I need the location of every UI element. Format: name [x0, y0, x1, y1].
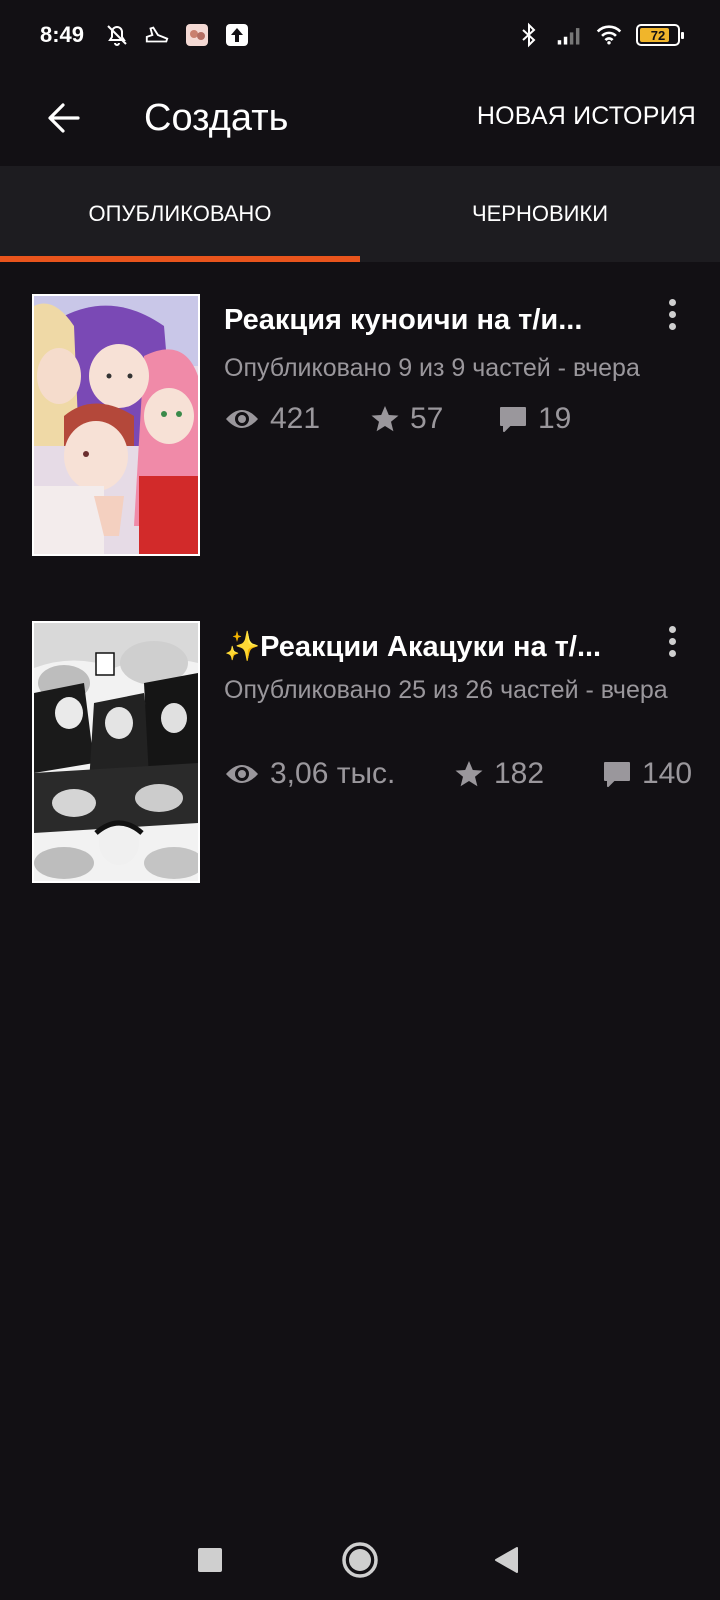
battery-level: 72 [650, 27, 666, 43]
tab-published[interactable]: ОПУБЛИКОВАНО [0, 166, 360, 262]
votes-stat: 57 [370, 402, 498, 436]
app-thumbnail-icon [184, 22, 210, 48]
signal-icon [556, 22, 582, 48]
comments-stat: 19 [498, 402, 571, 436]
votes-count: 182 [494, 757, 545, 790]
cover-illustration [34, 623, 198, 881]
status-time: 8:49 [40, 22, 85, 47]
cover-illustration [34, 296, 198, 554]
votes-stat: 182 [454, 757, 602, 791]
recents-square-icon [198, 1548, 222, 1572]
tab-bar: ОПУБЛИКОВАНО ЧЕРНОВИКИ [0, 166, 720, 262]
dot [668, 298, 676, 306]
new-story-button[interactable]: НОВАЯ ИСТОРИЯ [477, 94, 696, 138]
dot [668, 649, 676, 657]
back-triangle-icon [495, 1547, 518, 1573]
story-meta: Опубликовано 9 из 9 частей - вчера [224, 354, 640, 382]
story-meta: Опубликовано 25 из 26 частей - вчера [224, 676, 668, 704]
eye-icon [224, 762, 260, 786]
page-title: Создать [144, 97, 289, 139]
system-back-button[interactable] [476, 1530, 536, 1590]
views-stat: 3,06 тыс. [224, 757, 454, 791]
sneaker-icon [144, 22, 170, 48]
bluetooth-icon [516, 22, 542, 48]
upload-icon [224, 22, 250, 48]
comment-icon [602, 760, 632, 788]
mute-alarm-icon [104, 22, 130, 48]
app-bar: Создать НОВАЯ ИСТОРИЯ [0, 70, 720, 166]
views-count: 421 [270, 402, 321, 435]
comments-count: 140 [642, 757, 693, 790]
dot [668, 637, 676, 645]
back-button[interactable] [34, 88, 94, 148]
wifi-icon [596, 22, 622, 48]
comment-icon [498, 405, 528, 433]
tab-drafts[interactable]: ЧЕРНОВИКИ [360, 166, 720, 262]
status-left: 8:49 [40, 22, 250, 48]
views-stat: 421 [224, 402, 370, 436]
story-item[interactable]: Реакция куноичи на т/и... Опубликовано 9… [0, 294, 720, 556]
comments-count: 19 [538, 402, 572, 435]
battery-icon: 72 [636, 24, 684, 46]
dot [668, 310, 676, 318]
votes-count: 57 [410, 402, 444, 435]
more-options-button[interactable] [654, 621, 690, 661]
more-options-button[interactable] [654, 294, 690, 334]
home-button[interactable] [330, 1530, 390, 1590]
system-nav-bar [0, 1520, 720, 1600]
story-cover-image[interactable] [32, 294, 200, 556]
story-cover-image[interactable] [32, 621, 200, 883]
status-right: 72 [516, 22, 684, 48]
story-stats: 3,06 тыс. 182 140 [224, 757, 692, 791]
comments-stat: 140 [602, 757, 692, 791]
eye-icon [224, 407, 260, 431]
views-count: 3,06 тыс. [270, 757, 396, 790]
home-circle-icon [342, 1542, 378, 1578]
story-title[interactable]: ✨Реакции Акацуки на т/... [224, 627, 614, 667]
dot [668, 322, 676, 330]
story-item[interactable]: ✨Реакции Акацуки на т/... Опубликовано 2… [0, 621, 720, 883]
dot [668, 625, 676, 633]
arrow-left-icon [48, 103, 80, 133]
star-icon [370, 404, 400, 434]
story-stats: 421 57 19 [224, 402, 571, 436]
star-icon [454, 759, 484, 789]
recents-button[interactable] [180, 1530, 240, 1590]
status-bar: 8:49 72 [0, 0, 720, 70]
story-title[interactable]: Реакция куноичи на т/и... [224, 300, 614, 340]
